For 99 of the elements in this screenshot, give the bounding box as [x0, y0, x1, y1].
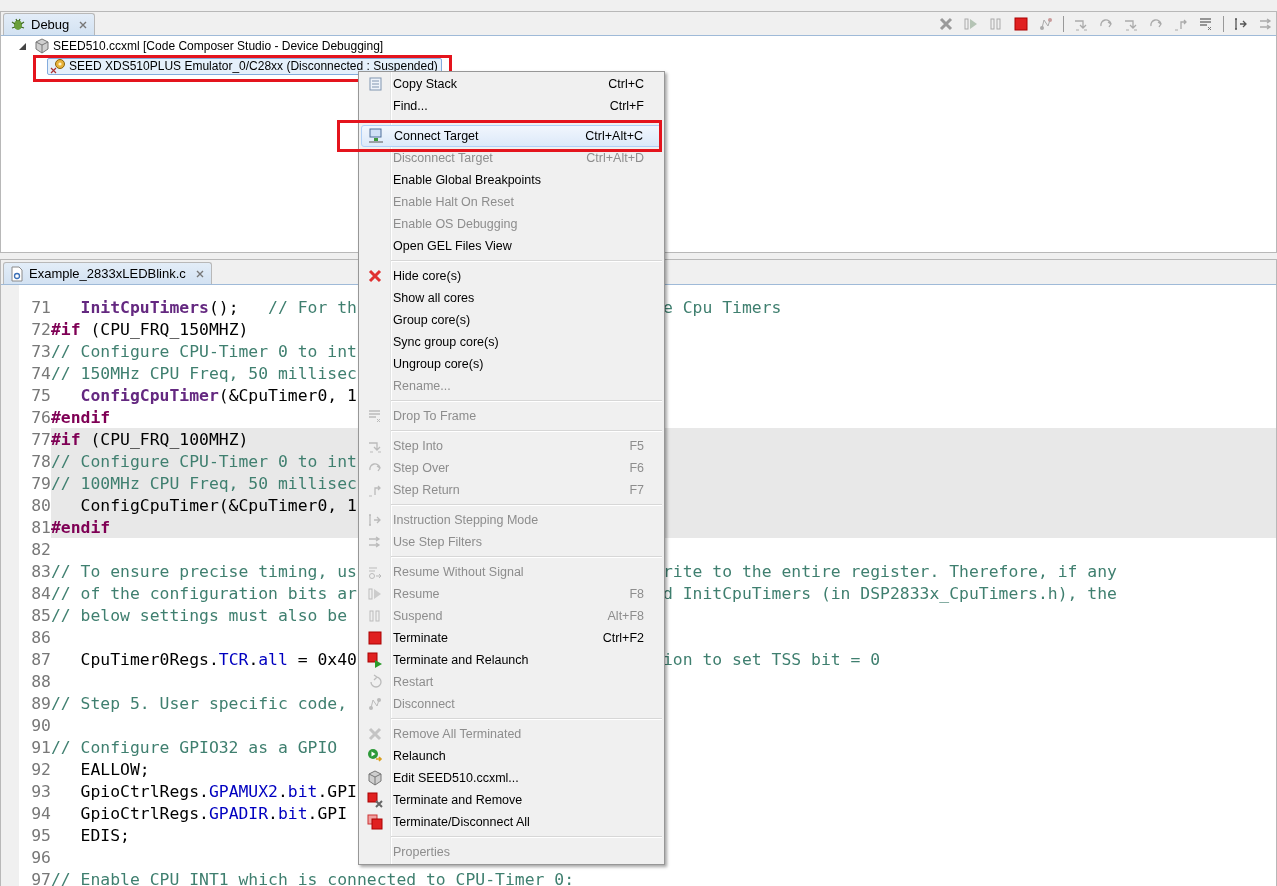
menu-item[interactable]: Enable Global Breakpoints [361, 169, 662, 191]
code-line: // 100MHz CPU Freq, 50 millisec [51, 473, 357, 493]
cube-icon [367, 770, 383, 786]
code-line: CpuTimer0Regs.TCR.all = 0x40 [79, 649, 357, 669]
line-number: 88 [30, 671, 51, 691]
line-number: 89 [30, 693, 51, 713]
code-line: // Configure GPIO32 as a GPIO [51, 737, 338, 757]
code-line: #if (CPU_FRQ_100MHZ) [51, 429, 249, 449]
line-number: 84 [30, 583, 51, 603]
list-icon [1198, 16, 1214, 32]
list-icon [367, 408, 383, 424]
menu-item[interactable]: Ungroup core(s) [361, 353, 662, 375]
code-line: // of the configuration bits ar [51, 583, 357, 603]
disconnect-icon [367, 696, 383, 712]
code-line: ConfigCpuTimer(&CpuTimer0, 1 [79, 495, 357, 515]
code-line: #endif [51, 407, 111, 427]
list-icon [367, 76, 383, 92]
relaunch-icon [367, 748, 383, 764]
code-line: // below settings must also be [51, 605, 348, 625]
remove-icon [367, 726, 383, 742]
menu-item[interactable]: Connect Target Ctrl+Alt+C [361, 125, 662, 147]
code-line: // Configure CPU-Timer 0 to int [51, 451, 357, 471]
line-number: 73 [30, 341, 51, 361]
stop-remove-icon [367, 792, 383, 808]
menu-item[interactable]: Sync group core(s) [361, 331, 662, 353]
line-number: 77 [30, 429, 51, 449]
tree-item[interactable]: SEED510.ccxml [Code Composer Studio - Device Debugging] [32, 37, 387, 55]
code-line: // Configure CPU-Timer 0 to int [51, 341, 357, 361]
code-line: // Step 5. User specific code, [51, 693, 348, 713]
line-number: 93 [30, 781, 51, 801]
code-line: GpioCtrlRegs.GPAMUX2.bit.GPI [79, 781, 357, 801]
file-tab[interactable]: Example_2833xLEDBlink.c [3, 262, 212, 284]
line-number: 72 [30, 319, 51, 339]
code-line: // 150MHz CPU Freq, 50 millisec [51, 363, 357, 383]
menu-item[interactable]: Copy Stack Ctrl+C [361, 73, 662, 95]
menu-item[interactable]: Relaunch [361, 745, 662, 767]
code-line: rite to the entire register. Therefore, if any [663, 561, 1117, 581]
menu-item[interactable]: Open GEL Files View [361, 235, 662, 257]
suspend-icon [367, 608, 383, 624]
instruction-step-icon [1233, 16, 1249, 32]
menu-item[interactable]: Edit SEED510.ccxml... [361, 767, 662, 789]
code-line: ion to set TSS bit = 0 [663, 649, 881, 669]
stop-all-icon [367, 814, 383, 830]
stop-icon [1013, 16, 1029, 32]
instruction-step-icon [367, 512, 383, 528]
disconnect-icon [1038, 16, 1054, 32]
code-line: ConfigCpuTimer(&CpuTimer0, 1 [79, 385, 357, 405]
line-number: 95 [30, 825, 51, 845]
code-line: // To ensure precise timing, us [51, 561, 357, 581]
line-number: 86 [30, 627, 51, 647]
line-number: 78 [30, 451, 51, 471]
resume-icon [367, 586, 383, 602]
code-line: EALLOW; [79, 759, 150, 779]
menu-item[interactable]: Terminate and Relaunch [361, 649, 662, 671]
menu-item[interactable]: Terminate/Disconnect All [361, 811, 662, 833]
close-icon [367, 268, 383, 284]
line-number: 80 [30, 495, 51, 515]
code-line: EDIS; [79, 825, 130, 845]
line-number: 79 [30, 473, 51, 493]
menu-item[interactable]: Terminate and Remove [361, 789, 662, 811]
menu-item[interactable]: Terminate Ctrl+F2 [361, 627, 662, 649]
restart-icon [367, 674, 383, 690]
line-number: 81 [30, 517, 51, 537]
code-line: GpioCtrlRegs.GPADIR.bit.GPI [79, 803, 348, 823]
line-number: 85 [30, 605, 51, 625]
line-number: 92 [30, 759, 51, 779]
code-line: // Enable CPU INT1 which is connected to CPU-Timer 0: [51, 869, 574, 886]
line-number: 83 [30, 561, 51, 581]
menu-item[interactable]: Find... Ctrl+F [361, 95, 662, 117]
expanded-arrow-icon[interactable] [18, 41, 27, 51]
menu-item[interactable]: Show all cores [361, 287, 662, 309]
resume-icon [963, 16, 979, 32]
line-number: 97 [30, 869, 51, 886]
cube-icon [34, 38, 50, 54]
bug-icon [10, 16, 26, 33]
debug-tab[interactable]: Debug [3, 13, 96, 35]
remove-icon [938, 16, 954, 32]
line-number: 74 [30, 363, 51, 383]
c-file-icon [10, 265, 24, 282]
line-number: 87 [30, 649, 51, 669]
stop-play-icon [367, 652, 383, 668]
menu-item[interactable]: Group core(s) [361, 309, 662, 331]
line-number: 76 [30, 407, 51, 427]
suspend-icon [988, 16, 1004, 32]
line-number: 71 [30, 297, 51, 317]
code-line: #if (CPU_FRQ_150MHZ) [51, 319, 249, 339]
line-number: 75 [30, 385, 51, 405]
monitor-icon [368, 128, 384, 144]
line-number: 90 [30, 715, 51, 735]
line-number: 82 [30, 539, 51, 559]
close-icon [78, 19, 89, 30]
line-number: 94 [30, 803, 51, 823]
close-icon [194, 268, 205, 279]
line-number: 96 [30, 847, 51, 867]
code-line: InitCpuTimers(); // For th [79, 297, 357, 317]
code-line: #endif [51, 517, 111, 537]
stop-icon [367, 630, 383, 646]
menu-item[interactable]: Hide core(s) [361, 265, 662, 287]
line-number: 91 [30, 737, 51, 757]
